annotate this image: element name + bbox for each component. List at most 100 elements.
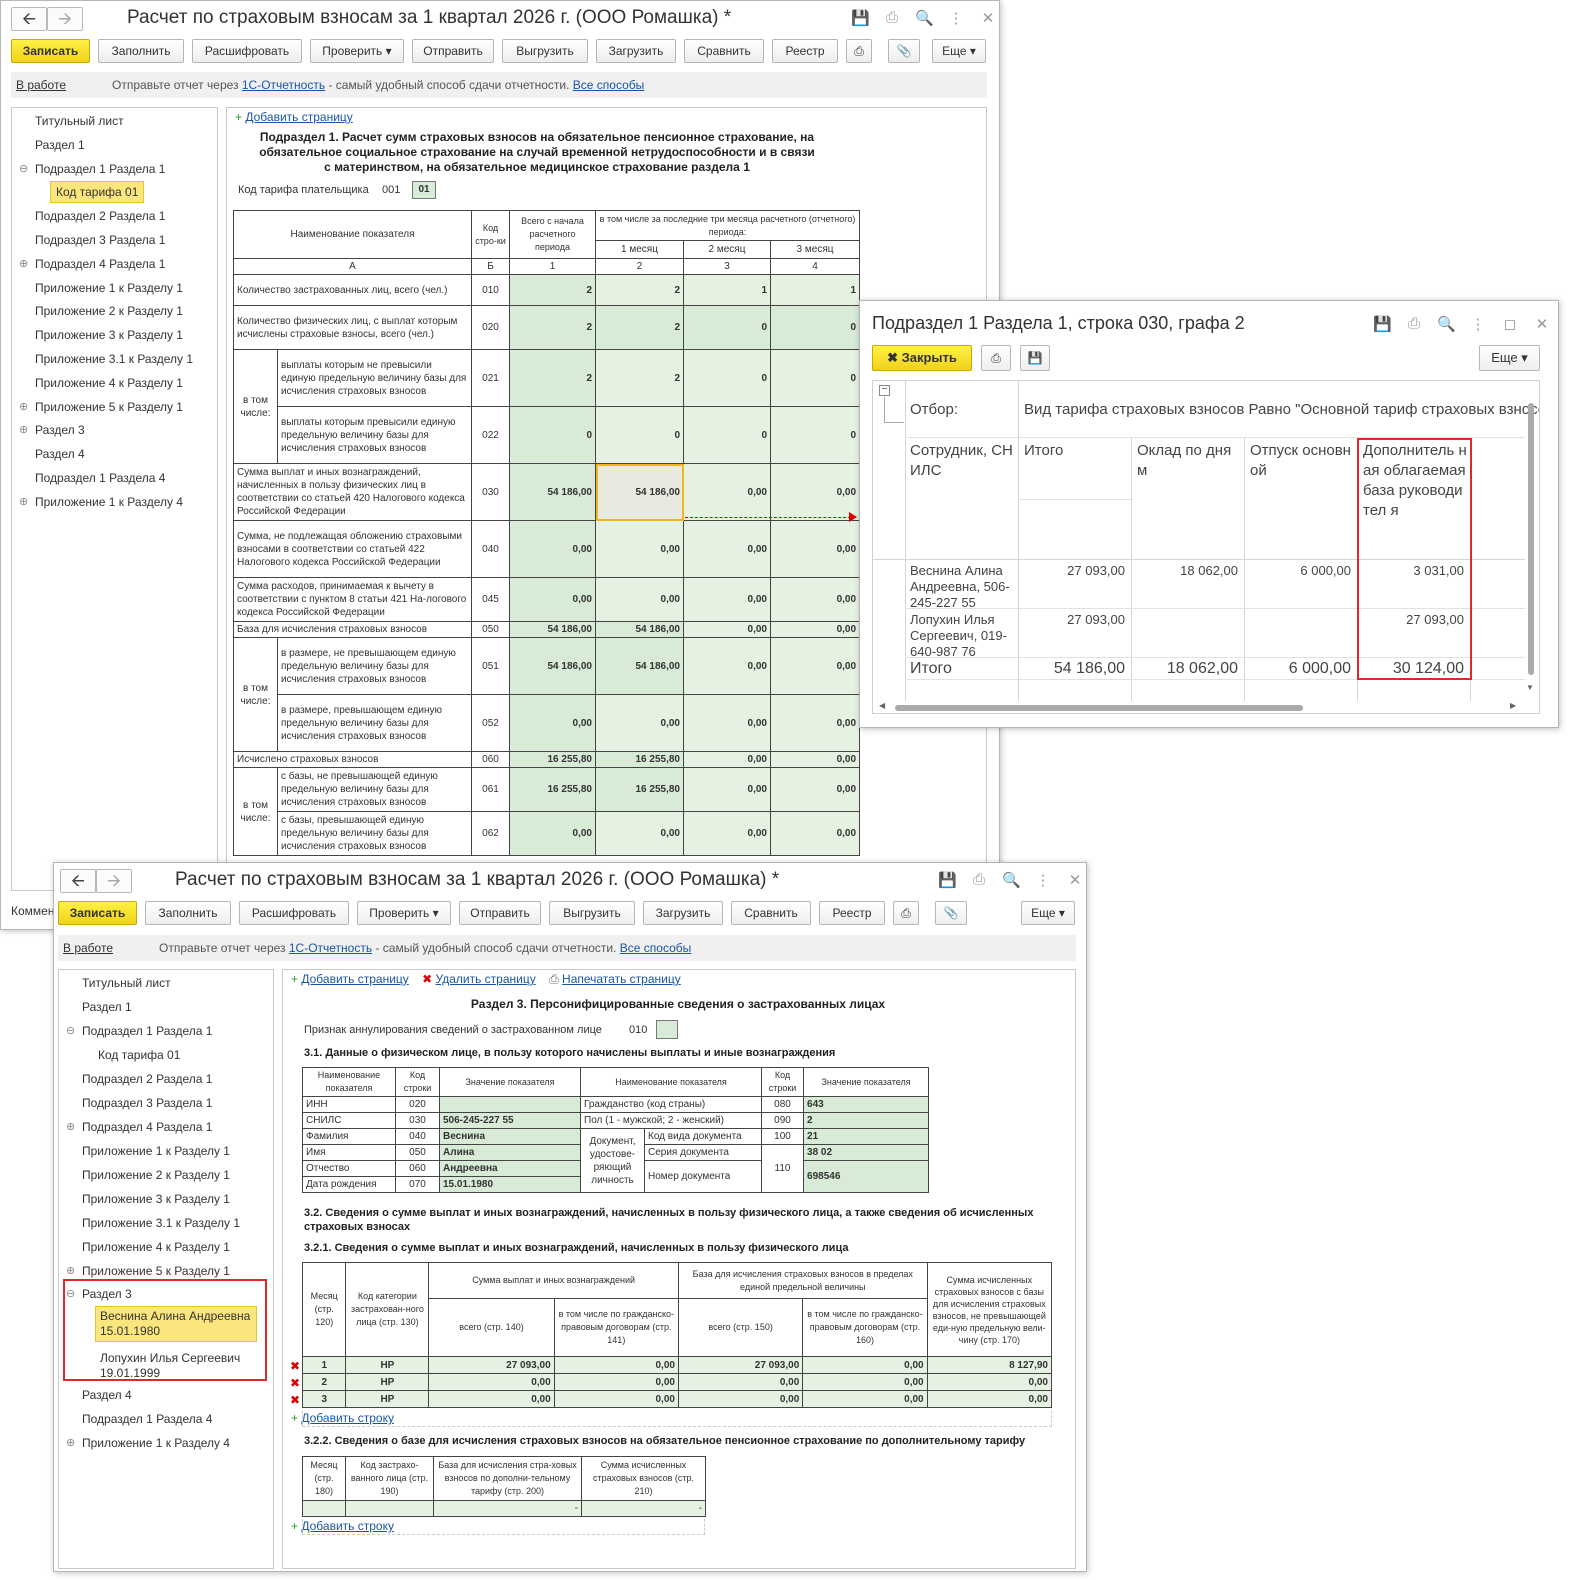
print-button[interactable]: ⎙ bbox=[893, 901, 919, 925]
preview-icon[interactable]: 🔍 bbox=[1437, 315, 1456, 333]
check-button[interactable]: Проверить ▾ bbox=[310, 39, 404, 63]
expand-icon[interactable]: ⊕ bbox=[66, 1116, 75, 1138]
gender-value[interactable]: 2 bbox=[803, 1112, 930, 1129]
tree-item[interactable]: Раздел 4 bbox=[35, 443, 85, 465]
tree-item[interactable]: Подраздел 3 Раздела 1 bbox=[35, 229, 165, 251]
registry-button[interactable]: Реестр bbox=[772, 39, 838, 63]
category-cell[interactable]: НР bbox=[345, 1356, 430, 1374]
amount-cell[interactable]: 8 127,90 bbox=[926, 1356, 1053, 1374]
value-cell[interactable]: 0,00 bbox=[509, 577, 596, 622]
registry-button[interactable]: Реестр bbox=[819, 901, 885, 925]
tree-item[interactable]: Титульный лист bbox=[35, 110, 124, 132]
value-cell[interactable]: 0,00 bbox=[769, 520, 861, 578]
amount-cell[interactable]: 27 093,00 bbox=[677, 1356, 804, 1374]
attach-button[interactable]: 📎 bbox=[935, 901, 967, 925]
value-cell[interactable]: 0 bbox=[769, 349, 861, 407]
more-vertical-icon[interactable]: ⋮ bbox=[1034, 871, 1052, 889]
tree-item[interactable]: ⊕ Раздел 3 bbox=[19, 419, 85, 441]
amount-cell[interactable]: 0,00 bbox=[553, 1390, 679, 1408]
value-cell[interactable]: 1 bbox=[683, 274, 771, 306]
delete-row-icon[interactable]: ✖ bbox=[290, 1376, 300, 1390]
compare-button[interactable]: Сравнить bbox=[731, 901, 811, 925]
1c-reporting-link[interactable]: 1С-Отчетность bbox=[289, 941, 372, 955]
attach-button[interactable]: 📎 bbox=[888, 39, 920, 63]
delete-row-icon[interactable]: ✖ bbox=[290, 1393, 300, 1407]
load-button[interactable]: Загрузить bbox=[596, 39, 676, 63]
snils-value[interactable]: 506-245-227 55 bbox=[439, 1112, 581, 1129]
value-cell[interactable]: 0,00 bbox=[683, 621, 771, 638]
tree-item[interactable]: ⊕ Подраздел 4 Раздела 1 bbox=[66, 1116, 212, 1138]
tree-item[interactable]: ⊕ Приложение 5 к Разделу 1 bbox=[19, 396, 183, 418]
value-cell[interactable]: 54 186,00 bbox=[509, 463, 596, 521]
tree-item[interactable]: Раздел 1 bbox=[82, 996, 132, 1018]
value-cell[interactable]: 0 bbox=[683, 349, 771, 407]
value-cell[interactable]: 2 bbox=[595, 274, 684, 306]
tree-item[interactable]: ⊕ Приложение 1 к Разделу 4 bbox=[19, 491, 183, 513]
all-methods-link[interactable]: Все способы bbox=[620, 941, 692, 955]
scroll-left-icon[interactable]: ◀ bbox=[879, 701, 885, 710]
more-button[interactable]: Еще ▾ bbox=[932, 39, 986, 63]
value-cell[interactable]: 0,00 bbox=[683, 811, 771, 856]
month-cell[interactable]: 2 bbox=[301, 1373, 347, 1391]
tree-item[interactable]: Приложение 1 к Разделу 1 bbox=[35, 277, 183, 299]
amount-cell[interactable]: 0,00 bbox=[926, 1390, 1053, 1408]
scroll-right-icon[interactable]: ▶ bbox=[1510, 701, 1516, 710]
collapse-icon[interactable]: ⊖ bbox=[66, 1020, 75, 1042]
amount-cell[interactable]: 0,00 bbox=[428, 1390, 555, 1408]
doc-number-value[interactable]: 698546 bbox=[803, 1160, 930, 1193]
more-vertical-icon[interactable]: ⋮ bbox=[1469, 315, 1487, 333]
tree-item[interactable]: Код тарифа 01 bbox=[50, 181, 145, 204]
tree-item[interactable]: Титульный лист bbox=[82, 972, 171, 994]
send-button[interactable]: Отправить bbox=[459, 901, 541, 925]
annul-checkbox[interactable] bbox=[656, 1020, 678, 1039]
save-button[interactable]: 💾 bbox=[1020, 345, 1050, 371]
value-cell[interactable]: 54 186,00 bbox=[595, 463, 684, 521]
amount-cell[interactable]: 0,00 bbox=[428, 1373, 555, 1391]
value-cell[interactable]: 0,00 bbox=[595, 520, 684, 578]
t322-sum-cell[interactable]: - bbox=[581, 1500, 706, 1517]
status-link[interactable]: В работе bbox=[63, 941, 113, 955]
inn-value[interactable] bbox=[439, 1096, 581, 1113]
value-cell[interactable]: 16 255,80 bbox=[509, 751, 596, 768]
value-cell[interactable]: 54 186,00 bbox=[509, 637, 596, 695]
amount-cell[interactable]: 0,00 bbox=[677, 1373, 804, 1391]
value-cell[interactable]: 0 bbox=[683, 406, 771, 464]
save-icon[interactable]: 💾 bbox=[938, 871, 957, 889]
close-icon[interactable]: ✕ bbox=[1533, 315, 1551, 333]
print-button[interactable]: ⎙ bbox=[846, 39, 872, 63]
tree-item[interactable]: Код тарифа 01 bbox=[98, 1044, 180, 1066]
value-cell[interactable]: 54 186,00 bbox=[595, 621, 684, 638]
print-icon[interactable]: ⎙ bbox=[883, 9, 901, 27]
tree-item[interactable]: Приложение 3.1 к Разделу 1 bbox=[82, 1212, 240, 1234]
compare-button[interactable]: Сравнить bbox=[684, 39, 764, 63]
tree-item[interactable]: Приложение 2 к Разделу 1 bbox=[82, 1164, 230, 1186]
tree-item[interactable]: Подраздел 3 Раздела 1 bbox=[82, 1092, 212, 1114]
scroll-down-icon[interactable]: ▼ bbox=[1526, 683, 1534, 692]
amount-cell[interactable]: 0,00 bbox=[802, 1390, 928, 1408]
check-button[interactable]: Проверить ▾ bbox=[357, 901, 451, 925]
all-methods-link[interactable]: Все способы bbox=[573, 78, 645, 92]
print-icon[interactable]: ⎙ bbox=[1405, 315, 1423, 333]
value-cell[interactable]: 0,00 bbox=[683, 751, 771, 768]
more-button[interactable]: Еще ▾ bbox=[1021, 901, 1075, 925]
close-icon[interactable]: ✕ bbox=[1066, 871, 1084, 889]
amount-cell[interactable]: 0,00 bbox=[926, 1373, 1053, 1391]
horizontal-scrollbar[interactable] bbox=[895, 705, 1303, 711]
close-icon[interactable]: ✕ bbox=[979, 9, 997, 27]
value-cell[interactable]: 2 bbox=[509, 349, 596, 407]
amount-cell[interactable]: 6 000,00 bbox=[1250, 563, 1351, 578]
value-cell[interactable]: 2 bbox=[509, 305, 596, 350]
t322-code-cell[interactable] bbox=[345, 1500, 434, 1517]
tree-item[interactable]: ⊕ Подраздел 4 Раздела 1 bbox=[19, 253, 165, 275]
save-icon[interactable]: 💾 bbox=[1373, 315, 1392, 333]
tree-item[interactable]: Приложение 3.1 к Разделу 1 bbox=[35, 348, 193, 370]
expand-icon[interactable]: ⊕ bbox=[19, 491, 28, 513]
employee-cell[interactable]: Веснина Алина Андреевна, 506-245-227 55 bbox=[910, 563, 1015, 611]
month-cell[interactable]: 3 bbox=[301, 1390, 347, 1408]
maximize-icon[interactable]: ◻ bbox=[1501, 315, 1519, 333]
value-cell[interactable]: 0,00 bbox=[769, 694, 861, 752]
value-cell[interactable]: 0 bbox=[769, 305, 861, 350]
value-cell[interactable]: 0,00 bbox=[683, 463, 771, 521]
value-cell[interactable]: 0,00 bbox=[769, 767, 861, 812]
print-button[interactable]: ⎙ bbox=[981, 345, 1011, 371]
